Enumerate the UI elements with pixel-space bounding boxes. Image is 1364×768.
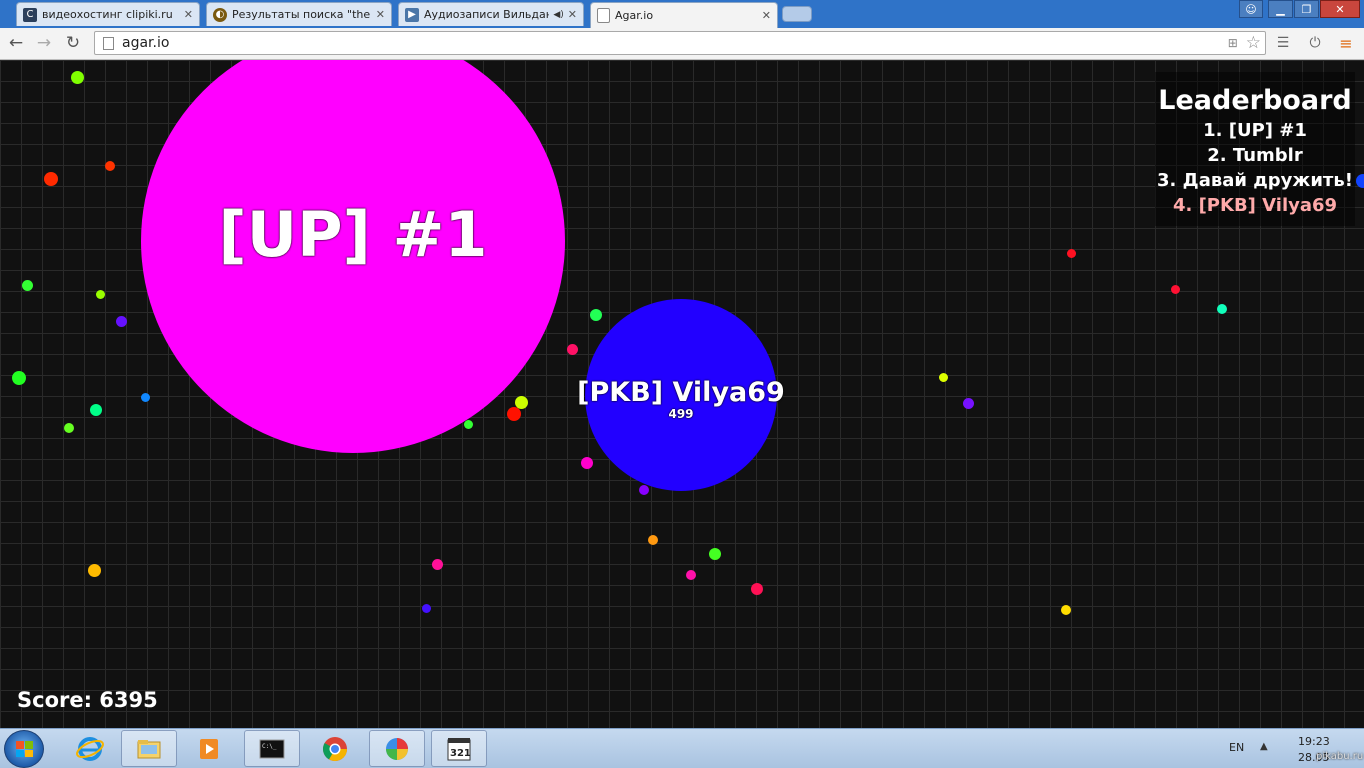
- window-close-button[interactable]: ✕: [1320, 0, 1360, 18]
- close-icon[interactable]: ✕: [376, 8, 385, 21]
- tab-vk-audio[interactable]: ▶ Аудиозаписи Вильдан ◀) ✕: [398, 2, 584, 26]
- food-pellet: [116, 316, 127, 327]
- food-pellet: [432, 559, 443, 570]
- leaderboard: Leaderboard 1. [UP] #1 2. Tumblr 3. Дава…: [1155, 72, 1355, 226]
- food-pellet: [515, 396, 528, 409]
- clock-time[interactable]: 19:23: [1298, 735, 1330, 748]
- food-pellet: [1217, 304, 1227, 314]
- svg-text:321: 321: [450, 748, 471, 759]
- food-pellet: [590, 309, 602, 321]
- tab-search-results[interactable]: ◐ Результаты поиска "the b ✕: [206, 2, 392, 26]
- command-prompt-icon[interactable]: C:\_: [244, 730, 300, 767]
- food-pellet: [581, 457, 593, 469]
- leaderboard-title: Leaderboard: [1158, 85, 1352, 116]
- food-pellet: [64, 423, 74, 433]
- menu-icon[interactable]: ≡: [1336, 33, 1356, 53]
- tab-label: Agar.io: [615, 9, 654, 22]
- address-bar[interactable]: agar.io ⊞ ☆: [94, 31, 1266, 55]
- file-explorer-icon[interactable]: [121, 730, 177, 767]
- svg-text:C:\_: C:\_: [262, 743, 277, 750]
- enemy-cell-name: [UP] #1: [218, 198, 488, 271]
- food-pellet: [648, 535, 658, 545]
- close-icon[interactable]: ✕: [184, 8, 193, 21]
- bookmark-star-icon[interactable]: ☆: [1246, 33, 1261, 53]
- leaderboard-entry-self: 4. [PKB] Vilya69: [1172, 195, 1338, 216]
- tab-label: Аудиозаписи Вильдан: [424, 8, 550, 21]
- food-pellet: [639, 485, 649, 495]
- food-pellet: [751, 583, 763, 595]
- new-tab-button[interactable]: [782, 6, 812, 22]
- language-indicator[interactable]: EN: [1229, 741, 1244, 754]
- taskbar: C:\_ 321 EN ▲ 19:23 28.05 pikabu.ru: [0, 728, 1364, 768]
- leaderboard-entry: 1. [UP] #1: [1203, 120, 1307, 141]
- food-pellet: [12, 371, 26, 385]
- food-pellet: [464, 420, 473, 429]
- close-icon[interactable]: ✕: [568, 8, 577, 21]
- power-extension-icon[interactable]: ⏻: [1305, 33, 1325, 53]
- watermark: pikabu.ru: [1316, 751, 1364, 762]
- game-canvas[interactable]: [UP] #1 [PKB] Vilya69 499 Leaderboard 1.…: [0, 60, 1364, 728]
- food-pellet: [1356, 174, 1364, 188]
- minimize-button[interactable]: ▁: [1268, 0, 1293, 18]
- browser-titlebar: C видеохостинг clipiki.ru ✕ ◐ Результаты…: [0, 0, 1364, 28]
- reading-list-icon[interactable]: ☰: [1273, 33, 1293, 53]
- url-text[interactable]: agar.io: [122, 35, 1228, 51]
- vk-audio-icon: ▶: [405, 7, 419, 22]
- restore-button[interactable]: ❐: [1294, 0, 1319, 18]
- food-pellet: [141, 393, 150, 402]
- food-pellet: [71, 71, 84, 84]
- paint-app-icon[interactable]: [369, 730, 425, 767]
- food-pellet: [709, 548, 721, 560]
- user-profile-icon[interactable]: ☺: [1239, 0, 1263, 18]
- food-pellet: [1171, 285, 1180, 294]
- tab-agar-io[interactable]: Agar.io ✕: [590, 2, 778, 28]
- food-pellet: [44, 172, 58, 186]
- food-pellet: [1061, 605, 1071, 615]
- show-hidden-icons-icon[interactable]: ▲: [1260, 741, 1268, 752]
- food-pellet: [90, 404, 102, 416]
- tab-label: Результаты поиска "the b: [232, 8, 372, 21]
- food-pellet: [422, 604, 431, 613]
- food-pellet: [507, 407, 521, 421]
- media-player-classic-icon[interactable]: 321: [431, 730, 487, 767]
- search-results-icon: ◐: [213, 7, 227, 22]
- food-pellet: [686, 570, 696, 580]
- chrome-icon[interactable]: [307, 730, 363, 767]
- tab-label: видеохостинг clipiki.ru: [42, 8, 173, 21]
- windows-logo-icon: [16, 741, 33, 757]
- food-pellet: [96, 290, 105, 299]
- forward-arrow-icon[interactable]: →: [33, 32, 55, 54]
- player-cell-mass: 499: [668, 407, 694, 421]
- page-icon: [103, 36, 114, 50]
- tab-clipiki[interactable]: C видеохостинг clipiki.ru ✕: [16, 2, 200, 26]
- food-pellet: [567, 344, 578, 355]
- browser-toolbar: ← → ↻ agar.io ⊞ ☆ ☰ ⏻ ≡: [0, 28, 1364, 60]
- close-icon[interactable]: ✕: [762, 9, 771, 22]
- food-pellet: [105, 161, 115, 171]
- speaker-icon: ◀): [553, 9, 564, 20]
- food-pellet: [22, 280, 33, 291]
- reload-icon[interactable]: ↻: [62, 32, 84, 54]
- back-arrow-icon[interactable]: ←: [5, 32, 27, 54]
- internet-explorer-icon[interactable]: [62, 730, 118, 767]
- food-pellet: [939, 373, 948, 382]
- food-pellet: [963, 398, 974, 409]
- food-pellet: [88, 564, 101, 577]
- clipiki-icon: C: [23, 7, 37, 22]
- translate-icon[interactable]: ⊞: [1228, 36, 1238, 50]
- leaderboard-entry: 2. Tumblr: [1207, 145, 1303, 166]
- player-cell-name: [PKB] Vilya69: [577, 377, 785, 408]
- page-icon: [597, 8, 610, 23]
- food-pellet: [1067, 249, 1076, 258]
- leaderboard-entry: 3. Давай дружить!: [1157, 170, 1353, 191]
- score-display: Score: 6395: [17, 688, 158, 712]
- start-button[interactable]: [4, 730, 44, 768]
- media-player-icon[interactable]: [181, 730, 237, 767]
